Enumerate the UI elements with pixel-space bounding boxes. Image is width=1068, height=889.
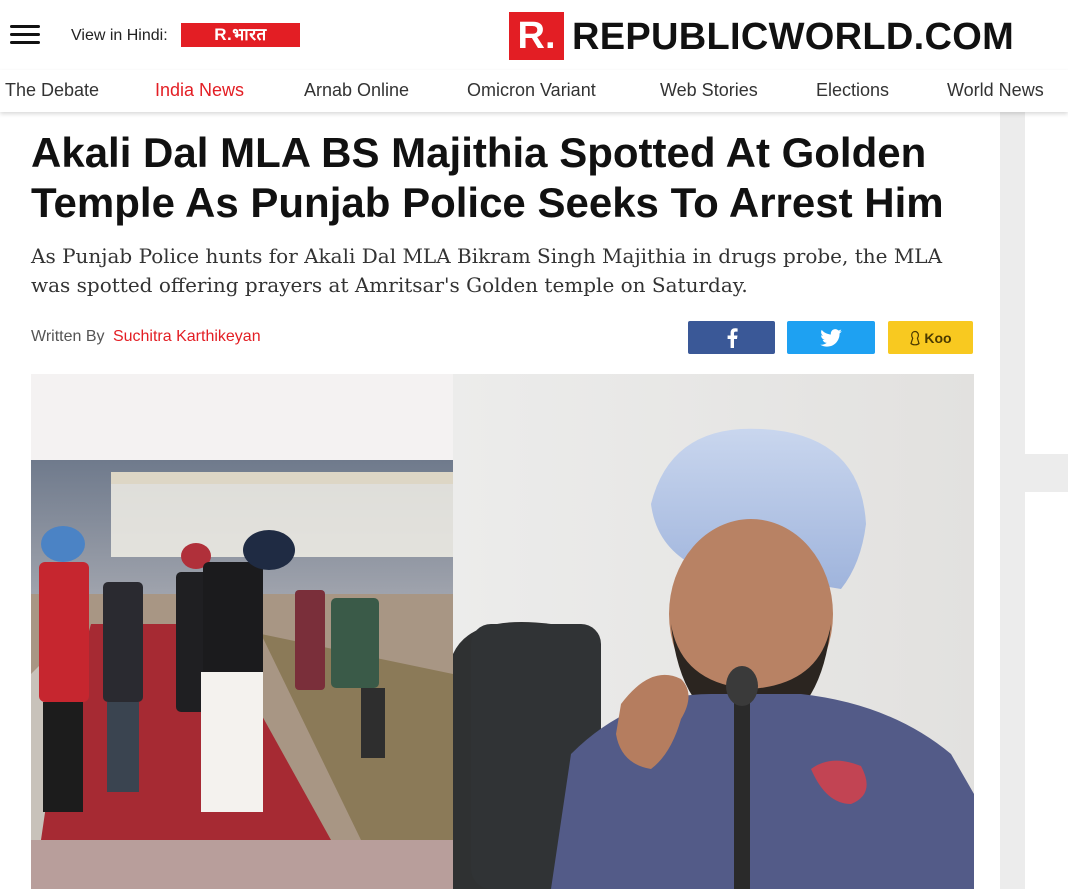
nav-item-the-debate[interactable]: The Debate	[5, 80, 99, 101]
nav-item-arnab-online[interactable]: Arnab Online	[304, 80, 409, 101]
hamburger-menu-icon[interactable]	[10, 25, 40, 45]
hindi-label: View in Hindi:	[71, 27, 168, 44]
article-hero-image[interactable]	[31, 374, 974, 889]
main-nav: The Debate India News Arnab Online Omicr…	[0, 70, 1068, 112]
nav-item-web-stories[interactable]: Web Stories	[660, 80, 758, 101]
twitter-share-button[interactable]	[787, 321, 875, 354]
article-summary: As Punjab Police hunts for Akali Dal MLA…	[31, 244, 943, 297]
hero-photo-composite	[31, 374, 974, 889]
nav-item-world-news[interactable]: World News	[947, 80, 1044, 101]
article-headline: Akali Dal MLA BS Majithia Spotted At Gol…	[31, 129, 944, 226]
koo-bird-icon	[910, 330, 921, 345]
nav-item-elections[interactable]: Elections	[816, 80, 889, 101]
koo-label: Koo	[924, 329, 952, 346]
r-bharat-logo-link[interactable]: R.भारत	[181, 23, 300, 47]
sidebar-panel	[1025, 112, 1068, 454]
facebook-icon	[727, 327, 738, 348]
republic-logo-mark[interactable]: R.	[509, 12, 564, 60]
facebook-share-button[interactable]	[688, 321, 775, 354]
twitter-icon	[820, 328, 842, 347]
author-link[interactable]: Suchitra Karthikeyan	[113, 328, 261, 345]
byline-prefix: Written By	[31, 328, 105, 345]
republic-logo-text[interactable]: REPUBLICWORLD.COM	[572, 14, 1014, 60]
koo-share-button[interactable]: Koo	[888, 321, 973, 354]
top-header: View in Hindi: R.भारत R. REPUBLICWORLD.C…	[0, 0, 1068, 70]
nav-item-omicron-variant[interactable]: Omicron Variant	[467, 80, 596, 101]
nav-item-india-news[interactable]: India News	[155, 80, 244, 101]
sidebar-panel	[1025, 492, 1068, 889]
byline: Written By Suchitra Karthikeyan	[31, 328, 261, 346]
